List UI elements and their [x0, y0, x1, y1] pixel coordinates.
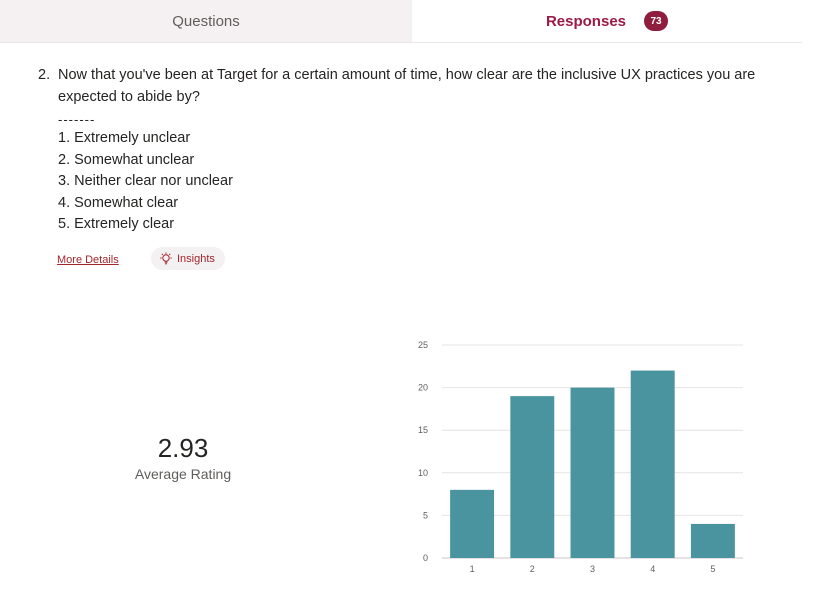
- y-tick-label: 15: [418, 425, 428, 435]
- question-number: 2.: [38, 67, 51, 83]
- insights-label: Insights: [177, 252, 215, 265]
- question-text: Now that you've been at Target for a cer…: [58, 67, 756, 105]
- tab-responses-label: Responses: [545, 12, 627, 30]
- option-item: 1. Extremely unclear: [58, 130, 191, 146]
- bar-rating-1[interactable]: [450, 489, 495, 558]
- tab-responses[interactable]: Responses 73: [412, 0, 802, 42]
- option-item: 3. Neither clear nor unclear: [58, 173, 233, 189]
- insights-button[interactable]: Insights: [151, 247, 225, 270]
- bar-rating-5[interactable]: [690, 523, 735, 558]
- lightbulb-icon: [160, 251, 172, 264]
- x-tick-label: 1: [470, 564, 475, 574]
- y-tick-label: 5: [423, 510, 428, 520]
- tab-bar: Questions Responses 73: [0, 0, 825, 43]
- tab-questions[interactable]: Questions: [0, 0, 412, 42]
- y-tick-label: 10: [418, 468, 428, 478]
- x-tick-label: 4: [650, 564, 655, 574]
- y-tick-label: 25: [418, 340, 428, 350]
- option-item: 5. Extremely clear: [58, 216, 175, 232]
- responses-count-badge: 73: [644, 11, 669, 31]
- question-separator: -------: [58, 112, 96, 127]
- average-rating-label: Average Rating: [134, 466, 232, 482]
- tab-questions-label: Questions: [172, 12, 240, 30]
- option-item: 4. Somewhat clear: [58, 194, 179, 211]
- x-tick-label: 2: [530, 564, 535, 574]
- more-details-link[interactable]: More Details: [57, 254, 119, 266]
- bar-rating-2[interactable]: [510, 396, 555, 558]
- y-tick-label: 20: [418, 383, 428, 393]
- option-list: 1. Extremely unclear 2. Somewhat unclear…: [58, 128, 233, 236]
- bar-rating-4[interactable]: [630, 370, 675, 558]
- tab-divider: [0, 42, 802, 43]
- bar-rating-3[interactable]: [570, 387, 615, 558]
- option-item: 2. Somewhat unclear: [58, 151, 195, 168]
- x-tick-label: 5: [710, 564, 715, 574]
- rating-distribution-chart: 0 5 10 15 20 25 1 2 3 4 5: [418, 340, 743, 574]
- average-rating-value: 2.93: [157, 433, 209, 463]
- x-tick-label: 3: [590, 564, 595, 574]
- y-tick-label: 0: [423, 553, 428, 563]
